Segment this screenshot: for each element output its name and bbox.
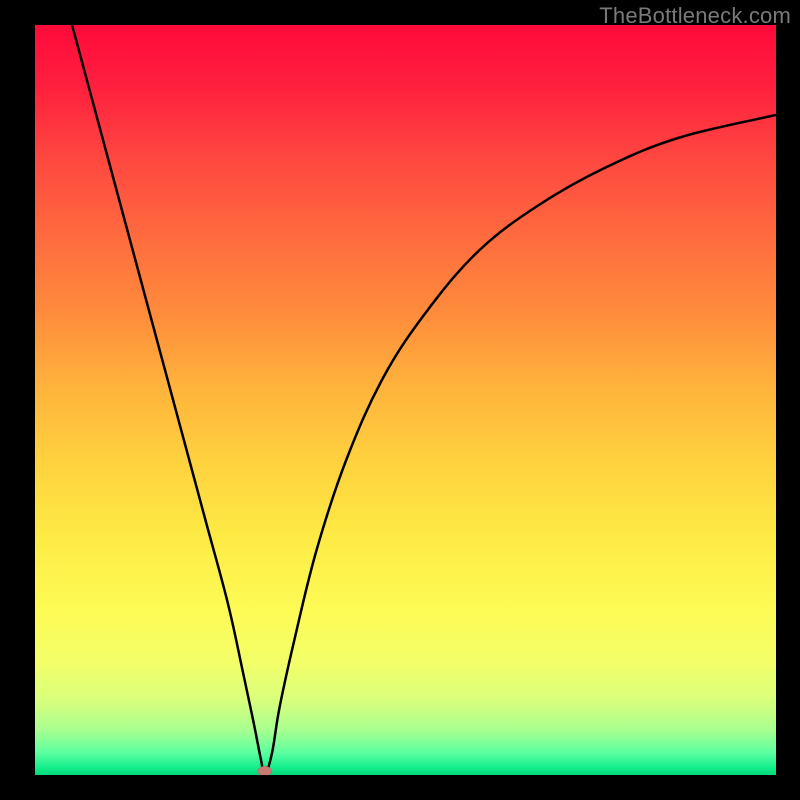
- watermark-text: TheBottleneck.com: [599, 3, 791, 29]
- plot-area: [35, 25, 776, 775]
- minimum-marker: [258, 766, 272, 775]
- bottleneck-curve: [72, 25, 776, 775]
- chart-frame: TheBottleneck.com: [0, 0, 800, 800]
- curve-svg: [35, 25, 776, 775]
